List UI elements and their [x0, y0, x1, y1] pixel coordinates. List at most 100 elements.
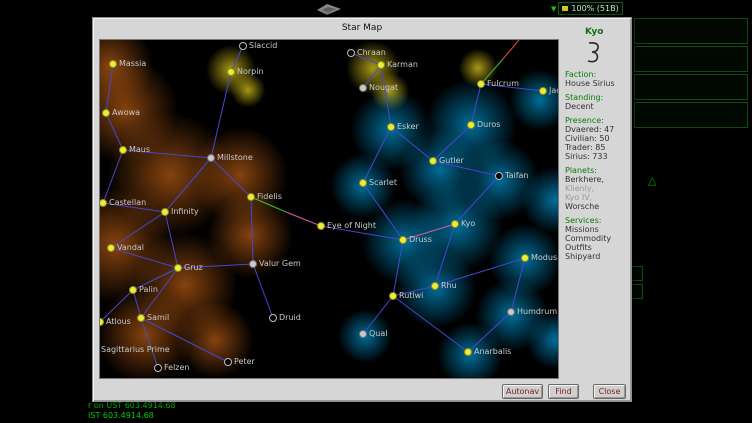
- map-system-dot[interactable]: [399, 236, 407, 244]
- map-system-dot[interactable]: [359, 84, 367, 92]
- route-segment: [286, 212, 321, 226]
- map-system-dot[interactable]: [377, 61, 385, 69]
- dialog-title: Star Map: [93, 23, 631, 33]
- hyperlane-link: [511, 258, 525, 312]
- presence-heading: Presence:: [565, 116, 627, 125]
- faction-logo-icon: [585, 41, 627, 65]
- map-system-dot[interactable]: [224, 358, 232, 366]
- map-system-dot[interactable]: [359, 330, 367, 338]
- map-system-dot[interactable]: [119, 146, 127, 154]
- presence-item: Trader: 85: [565, 143, 627, 152]
- map-system-dot[interactable]: [249, 260, 257, 268]
- hud-top-right: ▼ 100% (51B): [551, 2, 623, 15]
- hyperlane-link: [471, 84, 481, 125]
- map-system-label: Taifan: [505, 172, 528, 180]
- map-system-label: Kyo: [461, 220, 475, 228]
- map-system-label: Esker: [397, 123, 419, 131]
- map-system-dot[interactable]: [451, 220, 459, 228]
- map-system-dot[interactable]: [99, 199, 107, 207]
- map-system-dot[interactable]: [317, 222, 325, 230]
- hyperlane-link: [165, 158, 211, 212]
- hyperlane-link: [363, 183, 403, 240]
- map-system-label: Druss: [409, 236, 432, 244]
- star-map-dialog: Star Map SlaccidMassiaNorpinChraanKarman…: [92, 17, 632, 402]
- map-system-label: Samil: [147, 314, 169, 322]
- map-system-dot[interactable]: [467, 121, 475, 129]
- map-system-dot[interactable]: [464, 348, 472, 356]
- map-system-label: Karman: [387, 61, 418, 69]
- map-system-label: Infinity: [171, 208, 199, 216]
- planets-heading: Planets:: [565, 166, 627, 175]
- map-system-dot[interactable]: [137, 314, 145, 322]
- map-system-label: Druid: [279, 314, 301, 322]
- map-system-dot[interactable]: [387, 123, 395, 131]
- map-system-label: Sagittarius Prime: [101, 346, 170, 354]
- map-system-dot[interactable]: [239, 42, 247, 50]
- hyperlane-link: [251, 197, 253, 264]
- map-system-dot[interactable]: [477, 80, 485, 88]
- presence-item: Sirius: 733: [565, 152, 627, 161]
- map-system-label: Qual: [369, 330, 388, 338]
- map-system-label: Atlous: [106, 318, 131, 326]
- map-system-dot[interactable]: [507, 308, 515, 316]
- planet-item: Worsche: [565, 202, 627, 211]
- map-system-dot[interactable]: [247, 193, 255, 201]
- find-button[interactable]: Find: [548, 384, 579, 399]
- map-system-label: Humdrum: [517, 308, 557, 316]
- map-system-label: Castellan: [109, 199, 146, 207]
- star-map-canvas[interactable]: SlaccidMassiaNorpinChraanKarmanNougatFul…: [99, 39, 559, 379]
- hyperlane-link: [363, 127, 391, 183]
- map-system-dot[interactable]: [269, 314, 277, 322]
- hud-date-line1: r on UST 603.4914.68: [88, 401, 176, 410]
- map-system-dot[interactable]: [109, 60, 117, 68]
- ship-icon: [316, 3, 342, 16]
- map-system-dot[interactable]: [521, 254, 529, 262]
- hyperlane-link: [393, 296, 468, 352]
- map-system-dot[interactable]: [389, 292, 397, 300]
- route-segment: [503, 40, 524, 59]
- map-system-label: Scarlet: [369, 179, 397, 187]
- map-system-dot[interactable]: [429, 157, 437, 165]
- hyperlane-link: [106, 113, 123, 150]
- faction-heading: Faction:: [565, 70, 627, 79]
- fuel-gauge: 100% (51B): [558, 2, 622, 15]
- map-system-dot[interactable]: [431, 282, 439, 290]
- service-item: Shipyard: [565, 252, 627, 261]
- map-system-dot[interactable]: [347, 49, 355, 57]
- planet-item: Kyo IV,: [565, 193, 627, 202]
- map-system-label: Vandal: [117, 244, 144, 252]
- map-system-dot[interactable]: [154, 364, 162, 372]
- map-system-label: Norpin: [237, 68, 264, 76]
- hyperlane-link: [106, 64, 113, 113]
- hyperlane-link: [468, 312, 511, 352]
- map-system-label: Maus: [129, 146, 150, 154]
- map-system-label: Rhu: [441, 282, 457, 290]
- map-system-label: Nougat: [369, 84, 398, 92]
- map-system-dot[interactable]: [102, 109, 110, 117]
- map-system-dot[interactable]: [359, 179, 367, 187]
- autonav-button[interactable]: Autonav: [502, 384, 543, 399]
- map-system-dot[interactable]: [207, 154, 215, 162]
- hyperlane-link: [393, 240, 403, 296]
- close-button[interactable]: Close: [593, 384, 626, 399]
- hyperlane-link: [455, 176, 499, 224]
- map-system-label: Massia: [119, 60, 146, 68]
- map-system-dot[interactable]: [495, 172, 503, 180]
- map-system-dot[interactable]: [227, 68, 235, 76]
- map-system-label: Rutlwi: [399, 292, 423, 300]
- map-system-label: Gruz: [184, 264, 203, 272]
- hyperlane-link: [211, 72, 231, 158]
- service-item: Outfits: [565, 243, 627, 252]
- map-system-dot[interactable]: [539, 87, 547, 95]
- fuel-label: 100% (51B): [571, 4, 618, 14]
- hud-panel-3: [634, 74, 748, 100]
- map-system-dot[interactable]: [161, 208, 169, 216]
- presence-item: Dvaered: 47: [565, 125, 627, 134]
- hyperlane-link: [381, 65, 391, 127]
- map-system-dot[interactable]: [107, 244, 115, 252]
- map-system-dot[interactable]: [174, 264, 182, 272]
- map-system-label: Awowa: [112, 109, 140, 117]
- map-system-dot[interactable]: [129, 286, 137, 294]
- map-system-label: Anarbalis: [474, 348, 511, 356]
- service-item: Commodity: [565, 234, 627, 243]
